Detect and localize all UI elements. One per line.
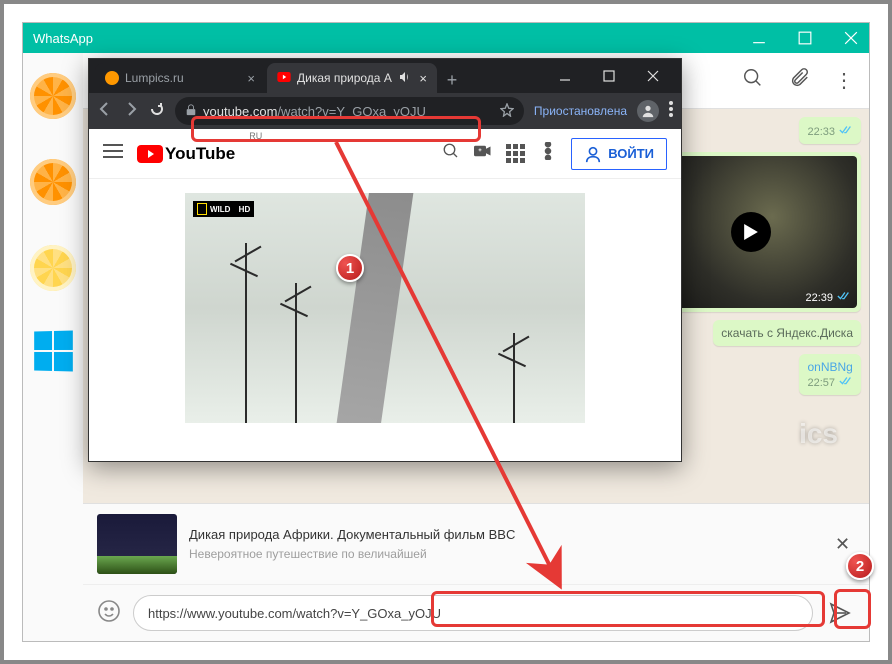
favicon-icon: [105, 71, 119, 85]
tab-close-icon[interactable]: ×: [247, 71, 255, 86]
read-ticks-icon: [837, 291, 851, 304]
whatsapp-window-buttons: [751, 30, 859, 46]
apps-icon[interactable]: [506, 144, 525, 163]
emoji-icon[interactable]: [97, 599, 121, 628]
tab-strip: Lumpics.ru × Дикая природа А × +: [89, 59, 681, 93]
chrome-menu-icon[interactable]: [669, 101, 673, 122]
sync-paused-label[interactable]: Приостановлена: [534, 104, 627, 118]
reload-button[interactable]: [149, 101, 165, 122]
region-label: RU: [249, 131, 262, 141]
close-button[interactable]: [843, 30, 859, 46]
tab-lumpics[interactable]: Lumpics.ru ×: [95, 63, 265, 93]
url-text: youtube.com/watch?v=Y_GOxa_yOJU: [203, 104, 426, 119]
read-ticks-icon: [839, 125, 853, 138]
create-video-icon[interactable]: [474, 142, 492, 165]
read-ticks-icon: [839, 376, 853, 389]
address-bar[interactable]: youtube.com/watch?v=Y_GOxa_yOJU: [175, 97, 524, 125]
avatar[interactable]: [30, 245, 76, 291]
new-tab-button[interactable]: +: [439, 67, 465, 93]
youtube-logo[interactable]: YouTube: [137, 144, 235, 164]
minimize-button[interactable]: [751, 30, 767, 46]
send-button[interactable]: [825, 598, 855, 628]
whatsapp-titlebar: WhatsApp: [23, 23, 869, 53]
preview-title: Дикая природа Африки. Документальный фил…: [189, 526, 823, 544]
youtube-content: WILD HD: [89, 179, 681, 461]
tab-label: Дикая природа А: [297, 71, 392, 85]
favicon-icon: [277, 71, 291, 85]
browser-window-buttons: [543, 59, 675, 93]
tab-label: Lumpics.ru: [125, 71, 184, 85]
message-time: 22:57: [807, 377, 835, 389]
maximize-button[interactable]: [587, 59, 631, 93]
search-icon[interactable]: [442, 142, 460, 165]
lock-icon: [185, 104, 197, 119]
youtube-header: YouTube RU ВОЙТИ: [89, 129, 681, 179]
maximize-button[interactable]: [797, 30, 813, 46]
message-bubble: onNBNg 22:57: [799, 354, 861, 395]
message-text: скачать с Яндекс.Диска: [721, 326, 853, 340]
sign-in-button[interactable]: ВОЙТИ: [571, 138, 667, 170]
profile-avatar-icon[interactable]: [637, 100, 659, 122]
message-time: 22:33: [807, 126, 835, 138]
avatar[interactable]: [30, 73, 76, 119]
compose-bar: [83, 584, 869, 641]
notifications-icon[interactable]: [539, 142, 557, 165]
message-bubble: скачать с Яндекс.Диска: [713, 320, 861, 346]
bookmark-icon[interactable]: [500, 103, 514, 120]
link-preview-card: Дикая природа Африки. Документальный фил…: [83, 503, 869, 584]
attach-icon[interactable]: [788, 67, 810, 94]
browser-window: Lumpics.ru × Дикая природа А × + youtube…: [88, 58, 682, 462]
natgeo-badge: WILD HD: [193, 201, 254, 217]
minimize-button[interactable]: [543, 59, 587, 93]
preview-thumbnail: [97, 514, 177, 574]
forward-button[interactable]: [123, 101, 139, 122]
preview-subtitle: Невероятное путешествие по величайшей: [189, 546, 823, 562]
play-icon[interactable]: [731, 212, 771, 252]
audio-playing-icon[interactable]: [398, 71, 410, 86]
address-bar-row: youtube.com/watch?v=Y_GOxa_yOJU Приостан…: [89, 93, 681, 129]
message-bubble: 22:33: [799, 117, 861, 144]
search-icon[interactable]: [742, 67, 764, 94]
avatar[interactable]: [30, 159, 76, 205]
video-duration: 22:39: [805, 292, 833, 304]
message-input[interactable]: [133, 595, 813, 631]
video-player[interactable]: WILD HD: [185, 193, 585, 423]
close-button[interactable]: [631, 59, 675, 93]
hamburger-icon[interactable]: [103, 143, 123, 164]
more-icon[interactable]: ⋮: [834, 68, 855, 93]
tab-youtube[interactable]: Дикая природа А ×: [267, 63, 437, 93]
chat-sidebar: [23, 53, 83, 641]
tab-close-icon[interactable]: ×: [419, 71, 427, 86]
whatsapp-title: WhatsApp: [33, 31, 751, 46]
avatar[interactable]: [34, 330, 73, 371]
back-button[interactable]: [97, 101, 113, 122]
link-text[interactable]: onNBNg: [807, 360, 852, 374]
close-preview-button[interactable]: ✕: [835, 534, 855, 554]
preview-text: Дикая природа Африки. Документальный фил…: [189, 526, 823, 562]
